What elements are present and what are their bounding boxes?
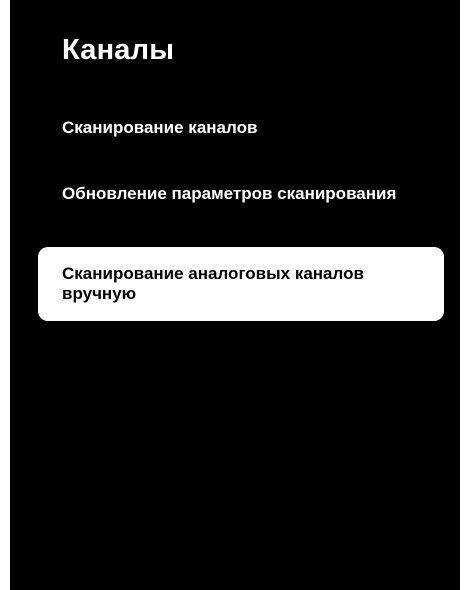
- menu-item-channel-scan[interactable]: Сканирование каналов: [62, 118, 257, 138]
- menu-item-update-scan-parameters[interactable]: Обновление параметров сканирования: [62, 184, 396, 204]
- menu-item-label: Обновление параметров сканирования: [62, 184, 397, 203]
- menu-item-label: Сканирование каналов: [62, 118, 258, 137]
- page-title: Каналы: [62, 34, 175, 66]
- menu-item-label: Сканирование аналоговых каналов вручную: [62, 264, 364, 303]
- tv-channels-menu-screen: Каналы Сканирование каналов Обновление п…: [10, 0, 460, 590]
- menu-item-manual-analog-scan[interactable]: Сканирование аналоговых каналов вручную: [38, 247, 444, 321]
